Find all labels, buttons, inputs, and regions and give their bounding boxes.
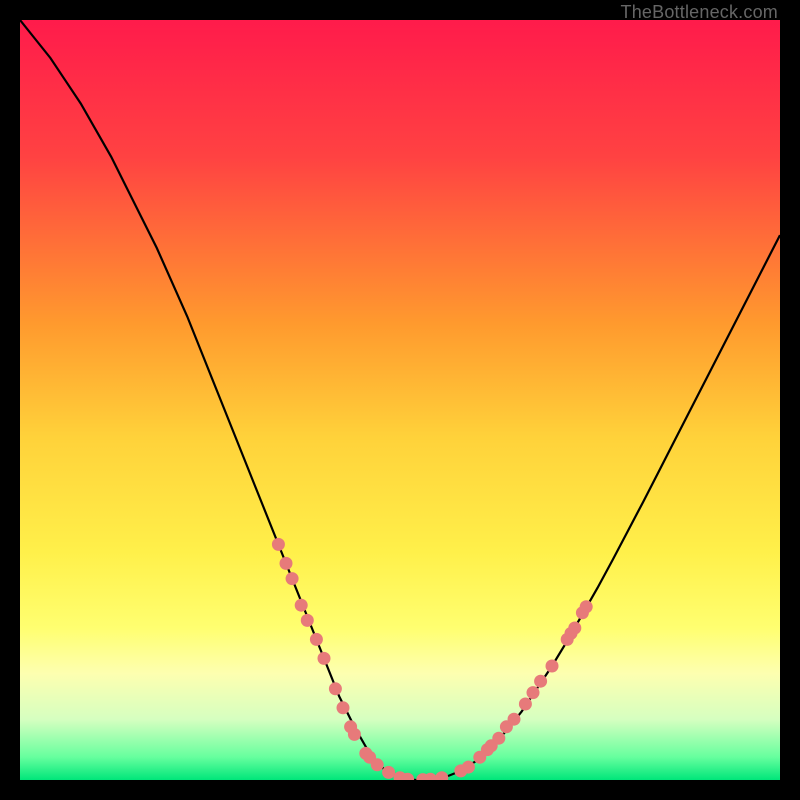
data-point (272, 538, 285, 551)
data-point (568, 622, 581, 635)
gradient-background (20, 20, 780, 780)
chart-svg (20, 20, 780, 780)
data-point (462, 761, 475, 774)
data-point (337, 701, 350, 714)
data-point (301, 614, 314, 627)
data-point (580, 600, 593, 613)
data-point (382, 766, 395, 779)
plot-area (20, 20, 780, 780)
data-point (546, 660, 559, 673)
data-point (519, 698, 532, 711)
data-point (310, 633, 323, 646)
data-point (492, 732, 505, 745)
data-point (280, 557, 293, 570)
data-point (286, 572, 299, 585)
chart-frame: TheBottleneck.com (0, 0, 800, 800)
data-point (348, 728, 361, 741)
data-point (534, 675, 547, 688)
data-point (329, 682, 342, 695)
data-point (295, 599, 308, 612)
data-point (527, 686, 540, 699)
data-point (318, 652, 331, 665)
data-point (508, 713, 521, 726)
data-point (371, 758, 384, 771)
